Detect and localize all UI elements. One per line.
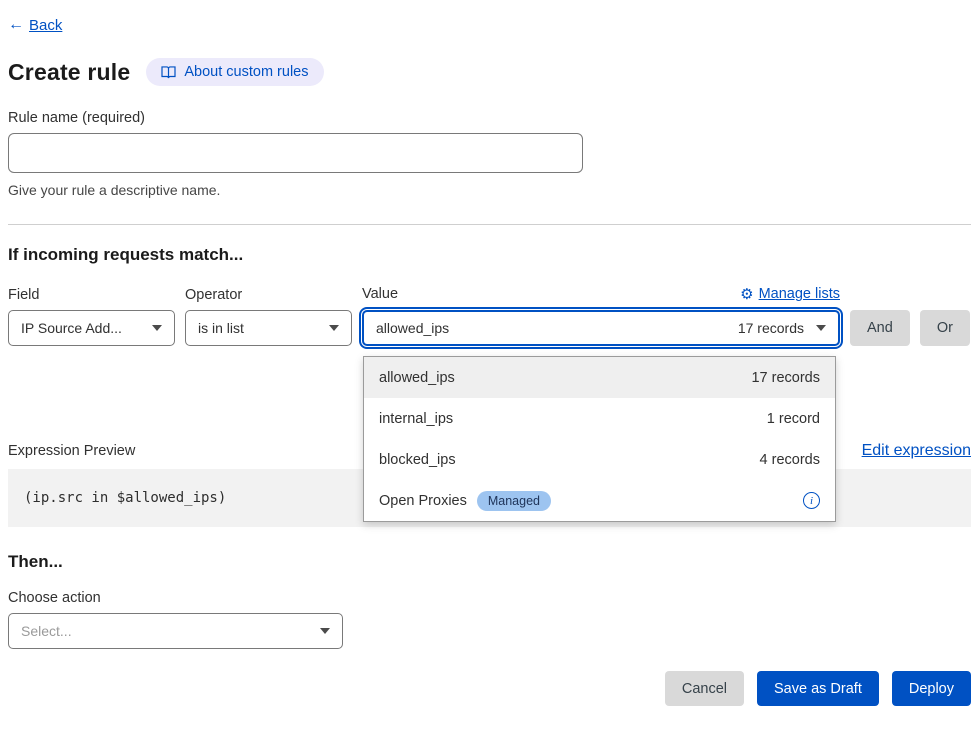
create-rule-page: ← Back Create rule About custom rules Ru… [0,0,979,706]
list-option-blocked-ips[interactable]: blocked_ips 4 records [364,439,835,480]
operator-label: Operator [185,287,352,303]
list-option-name: allowed_ips [379,370,455,386]
choose-action-label: Choose action [8,590,971,606]
field-column: Field IP Source Add... [8,287,175,346]
chevron-down-icon [329,325,339,331]
operator-column: Operator is in list [185,287,352,346]
value-label-row: Value ⚙ Manage lists [362,285,840,303]
match-section-heading: If incoming requests match... [8,245,971,265]
list-option-name-wrap: Open Proxies Managed [379,491,551,511]
list-option-meta: 4 records [760,452,820,468]
expression-preview-label: Expression Preview [8,443,135,459]
info-icon[interactable]: i [803,492,820,509]
list-option-name: internal_ips [379,411,453,427]
cancel-button[interactable]: Cancel [665,671,744,706]
value-select-meta: 17 records [738,320,804,336]
title-row: Create rule About custom rules [8,58,971,86]
value-label: Value [362,286,398,302]
deploy-button[interactable]: Deploy [892,671,971,706]
section-divider [8,224,971,225]
list-option-internal-ips[interactable]: internal_ips 1 record [364,398,835,439]
list-option-meta: 17 records [751,370,820,386]
back-arrow-icon: ← [8,16,24,34]
list-dropdown-menu: allowed_ips 17 records internal_ips 1 re… [363,356,836,522]
list-option-meta: 1 record [767,411,820,427]
value-select[interactable]: allowed_ips 17 records [362,310,840,346]
value-select-value: allowed_ips [376,320,449,336]
manage-lists-label: Manage lists [759,286,840,302]
chevron-down-icon [152,325,162,331]
field-select[interactable]: IP Source Add... [8,310,175,346]
edit-expression-link[interactable]: Edit expression [862,442,971,460]
managed-badge: Managed [477,491,551,511]
list-option-allowed-ips[interactable]: allowed_ips 17 records [364,357,835,398]
manage-lists-link[interactable]: ⚙ Manage lists [740,285,840,303]
operator-select-value: is in list [198,320,244,336]
action-select-placeholder: Select... [21,623,72,639]
chevron-down-icon [320,628,330,634]
back-label: Back [29,17,62,34]
rule-name-label: Rule name (required) [8,110,971,126]
footer-actions: Cancel Save as Draft Deploy [8,671,971,706]
about-custom-rules-label: About custom rules [184,64,308,80]
about-custom-rules-link[interactable]: About custom rules [146,58,323,86]
action-select[interactable]: Select... [8,613,343,649]
value-column: Value ⚙ Manage lists allowed_ips 17 reco… [362,285,840,346]
back-link[interactable]: ← Back [8,16,62,34]
gear-icon: ⚙ [740,285,753,303]
chevron-down-icon [816,325,826,331]
page-title: Create rule [8,59,130,86]
expression-code: (ip.src in $allowed_ips) [24,490,226,506]
or-button[interactable]: Or [920,310,970,346]
operator-select[interactable]: is in list [185,310,352,346]
rule-name-help: Give your rule a descriptive name. [8,182,971,198]
book-icon [161,66,176,79]
then-section-heading: Then... [8,552,971,572]
list-option-open-proxies[interactable]: Open Proxies Managed i [364,480,835,521]
match-condition-row: Field IP Source Add... Operator is in li… [8,285,971,346]
field-label: Field [8,287,175,303]
rule-name-input[interactable] [8,133,583,173]
save-as-draft-button[interactable]: Save as Draft [757,671,879,706]
list-option-name: Open Proxies [379,493,467,509]
rule-name-group: Rule name (required) Give your rule a de… [8,110,971,198]
list-option-name: blocked_ips [379,452,456,468]
field-select-value: IP Source Add... [21,320,122,336]
and-button[interactable]: And [850,310,910,346]
